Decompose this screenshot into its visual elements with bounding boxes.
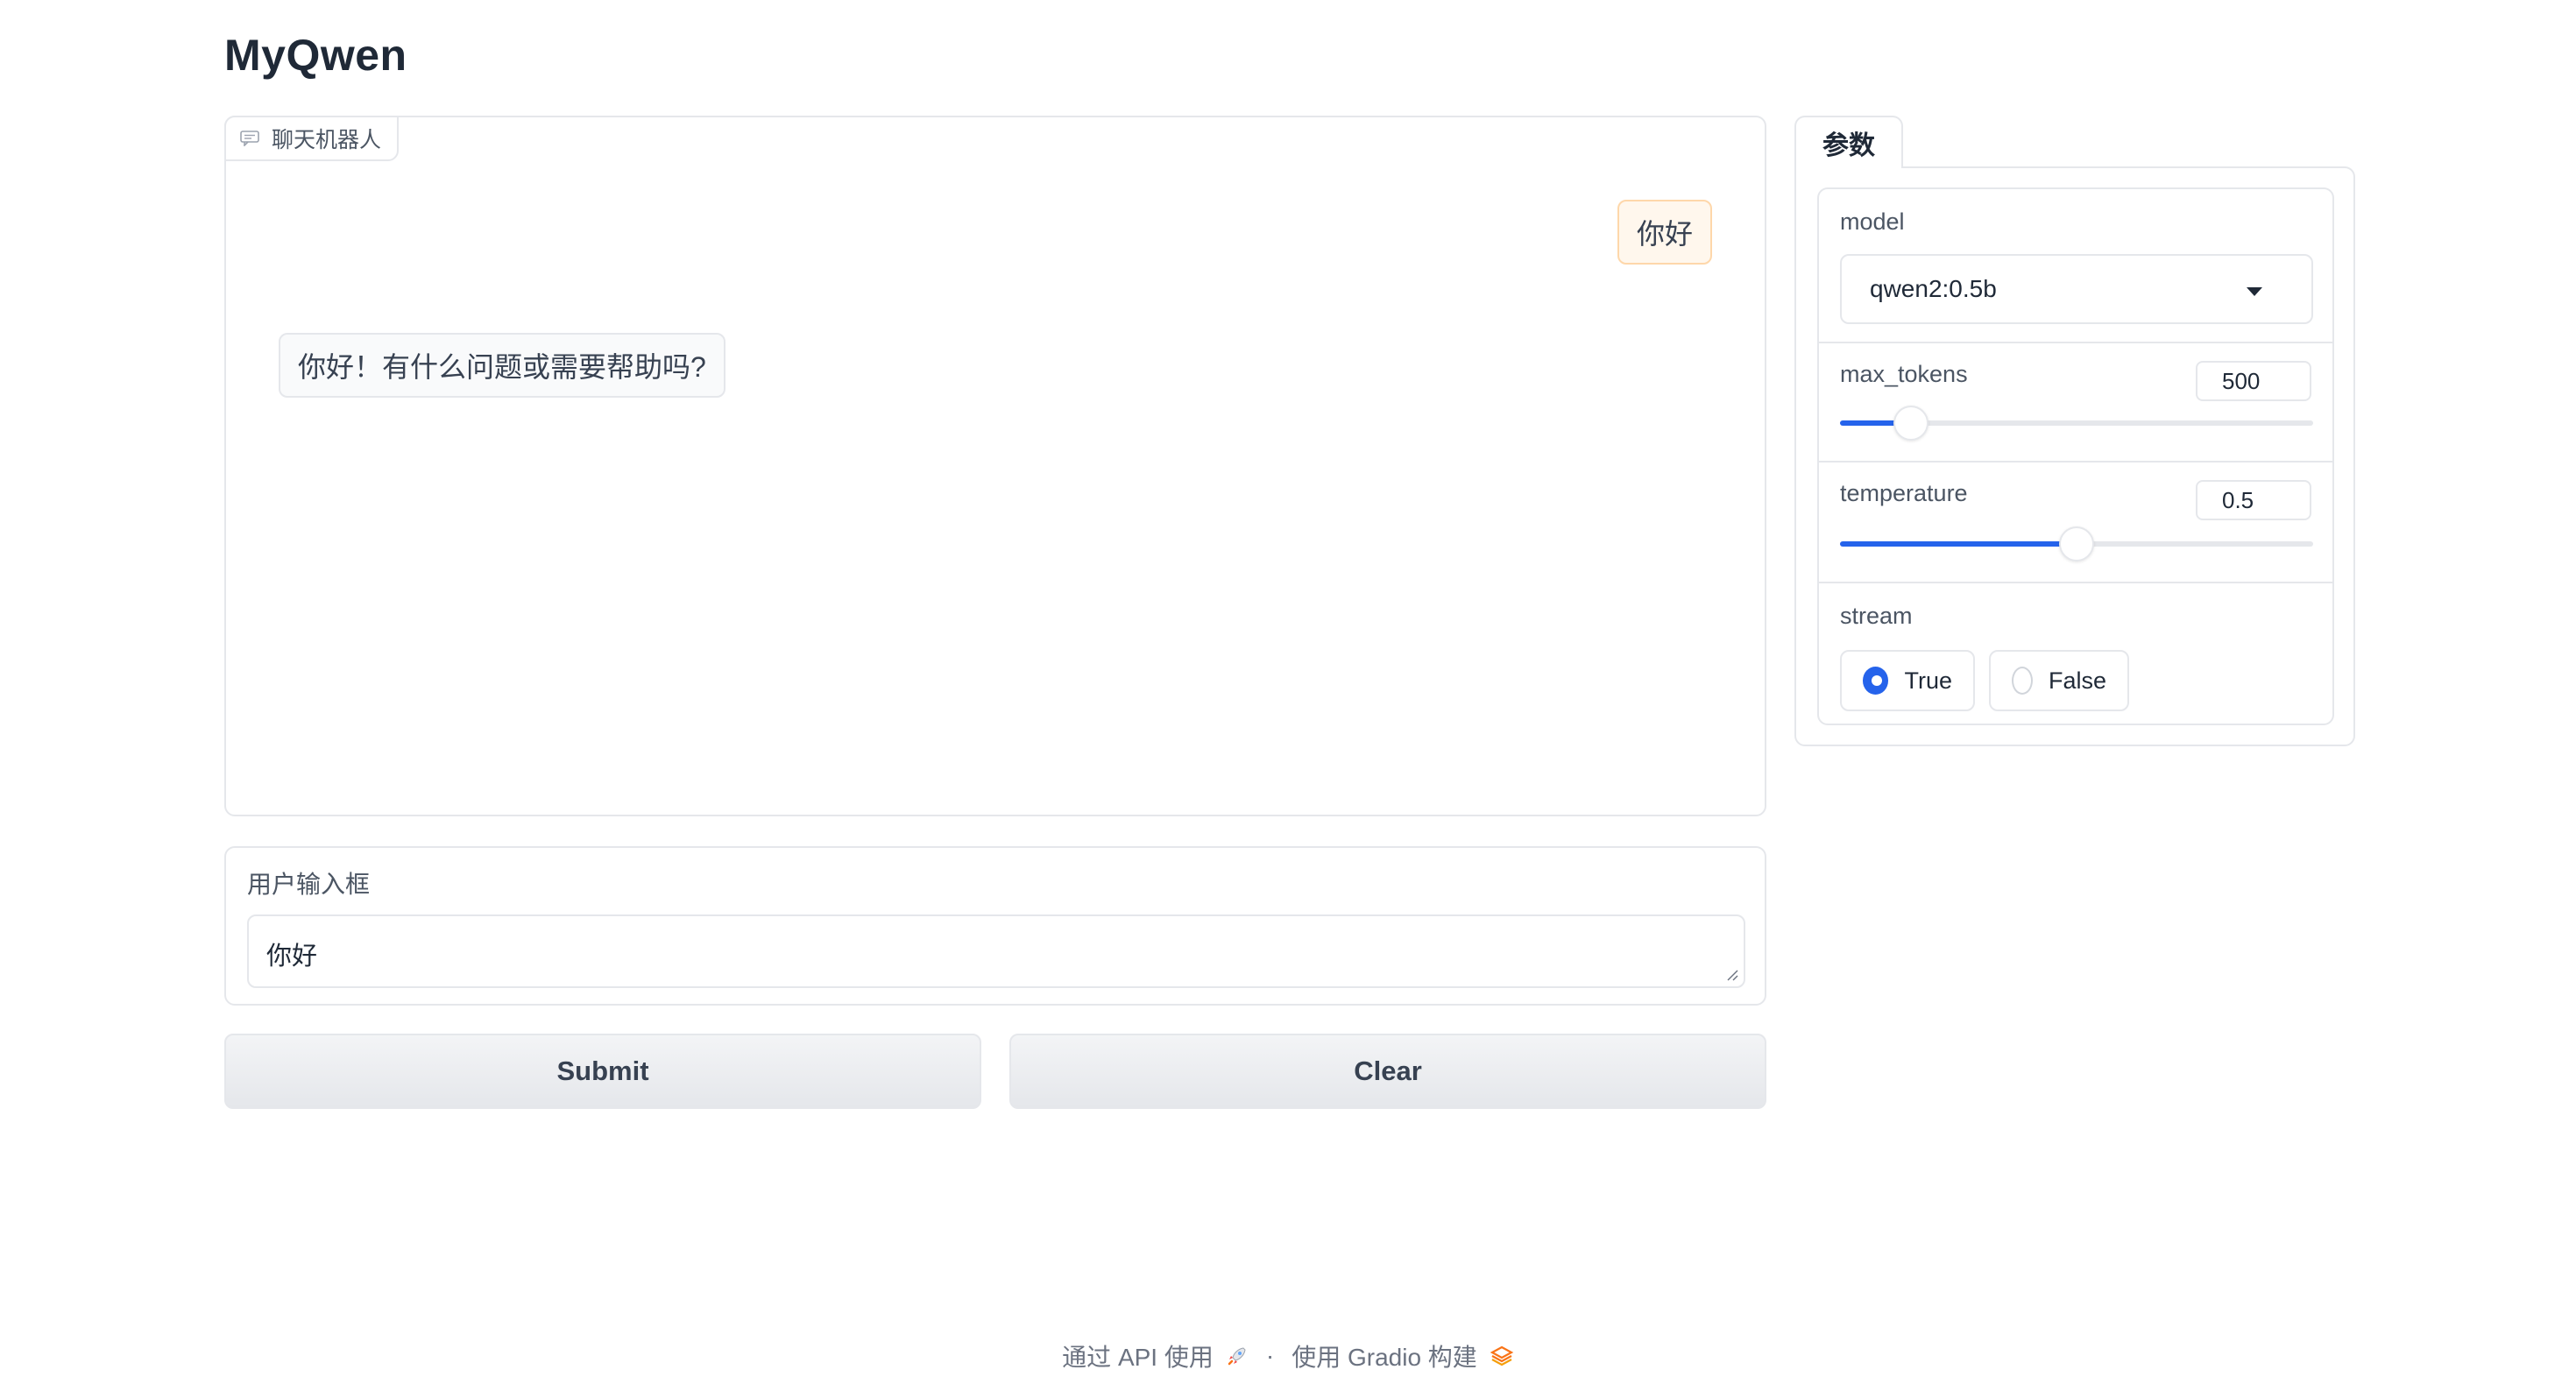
user-input-block: 用户输入框 你好 xyxy=(224,846,1766,1006)
gradio-logo-icon xyxy=(1490,1345,1514,1366)
stream-section: stream True False xyxy=(1819,583,2332,725)
max-tokens-slider-thumb[interactable] xyxy=(1893,406,1928,441)
chat-bubble-icon xyxy=(240,131,259,146)
footer: 通过 API 使用 · 使用 Gradio 构建 xyxy=(0,1338,2576,1373)
bot-message: 你好！有什么问题或需要帮助吗? xyxy=(279,333,725,398)
temperature-label: temperature xyxy=(1840,480,1968,506)
stream-option-false-label: False xyxy=(2048,667,2106,694)
params-panel: model qwen2:0.5b max_tokens 500 temperat… xyxy=(1794,166,2355,746)
stream-option-false[interactable]: False xyxy=(1989,650,2129,711)
stream-option-true-label: True xyxy=(1904,667,1952,694)
radio-unchecked-icon xyxy=(2012,667,2033,695)
chatbot-label: 聊天机器人 xyxy=(224,116,400,161)
tab-params[interactable]: 参数 xyxy=(1794,116,1903,168)
temperature-slider-fill xyxy=(1840,541,2077,547)
clear-button[interactable]: Clear xyxy=(1009,1034,1766,1109)
max-tokens-number-input[interactable]: 500 xyxy=(2196,361,2311,401)
model-section: model qwen2:0.5b xyxy=(1819,189,2332,343)
user-input-label: 用户输入框 xyxy=(247,871,371,898)
temperature-section: temperature 0.5 xyxy=(1819,462,2332,583)
app-title: MyQwen xyxy=(224,31,407,80)
submit-button[interactable]: Submit xyxy=(224,1034,981,1109)
user-message: 你好 xyxy=(1617,200,1712,265)
footer-separator: · xyxy=(1265,1342,1275,1369)
temperature-slider[interactable] xyxy=(1840,526,2313,561)
max-tokens-section: max_tokens 500 xyxy=(1819,343,2332,462)
page: MyQwen 聊天机器人 你好 你好！有什么问题或需要帮助吗? 用户输入框 你好… xyxy=(0,0,2576,1398)
model-label: model xyxy=(1840,208,1905,235)
rocket-icon xyxy=(1228,1347,1246,1366)
resize-grip-icon[interactable] xyxy=(1724,967,1738,981)
chatbot-panel: 聊天机器人 你好 你好！有什么问题或需要帮助吗? xyxy=(224,116,1766,816)
temperature-number-input[interactable]: 0.5 xyxy=(2196,480,2311,520)
stream-option-true[interactable]: True xyxy=(1840,650,1975,711)
user-input-textarea[interactable]: 你好 xyxy=(247,914,1745,988)
stream-label: stream xyxy=(1840,603,1913,629)
chatbot-label-text: 聊天机器人 xyxy=(272,128,382,152)
radio-checked-icon xyxy=(1863,667,1889,695)
model-value: qwen2:0.5b xyxy=(1870,275,1997,302)
params-form: model qwen2:0.5b max_tokens 500 temperat… xyxy=(1817,187,2334,725)
api-link[interactable]: 通过 API 使用 xyxy=(1062,1338,1214,1373)
model-dropdown[interactable]: qwen2:0.5b xyxy=(1840,254,2313,324)
max-tokens-slider[interactable] xyxy=(1840,406,2313,441)
user-input-value: 你好 xyxy=(266,943,318,971)
gradio-link[interactable]: 使用 Gradio 构建 xyxy=(1292,1338,1477,1373)
temperature-slider-thumb[interactable] xyxy=(2059,526,2094,561)
max-tokens-label: max_tokens xyxy=(1840,361,1968,387)
chevron-down-icon xyxy=(2247,287,2262,296)
